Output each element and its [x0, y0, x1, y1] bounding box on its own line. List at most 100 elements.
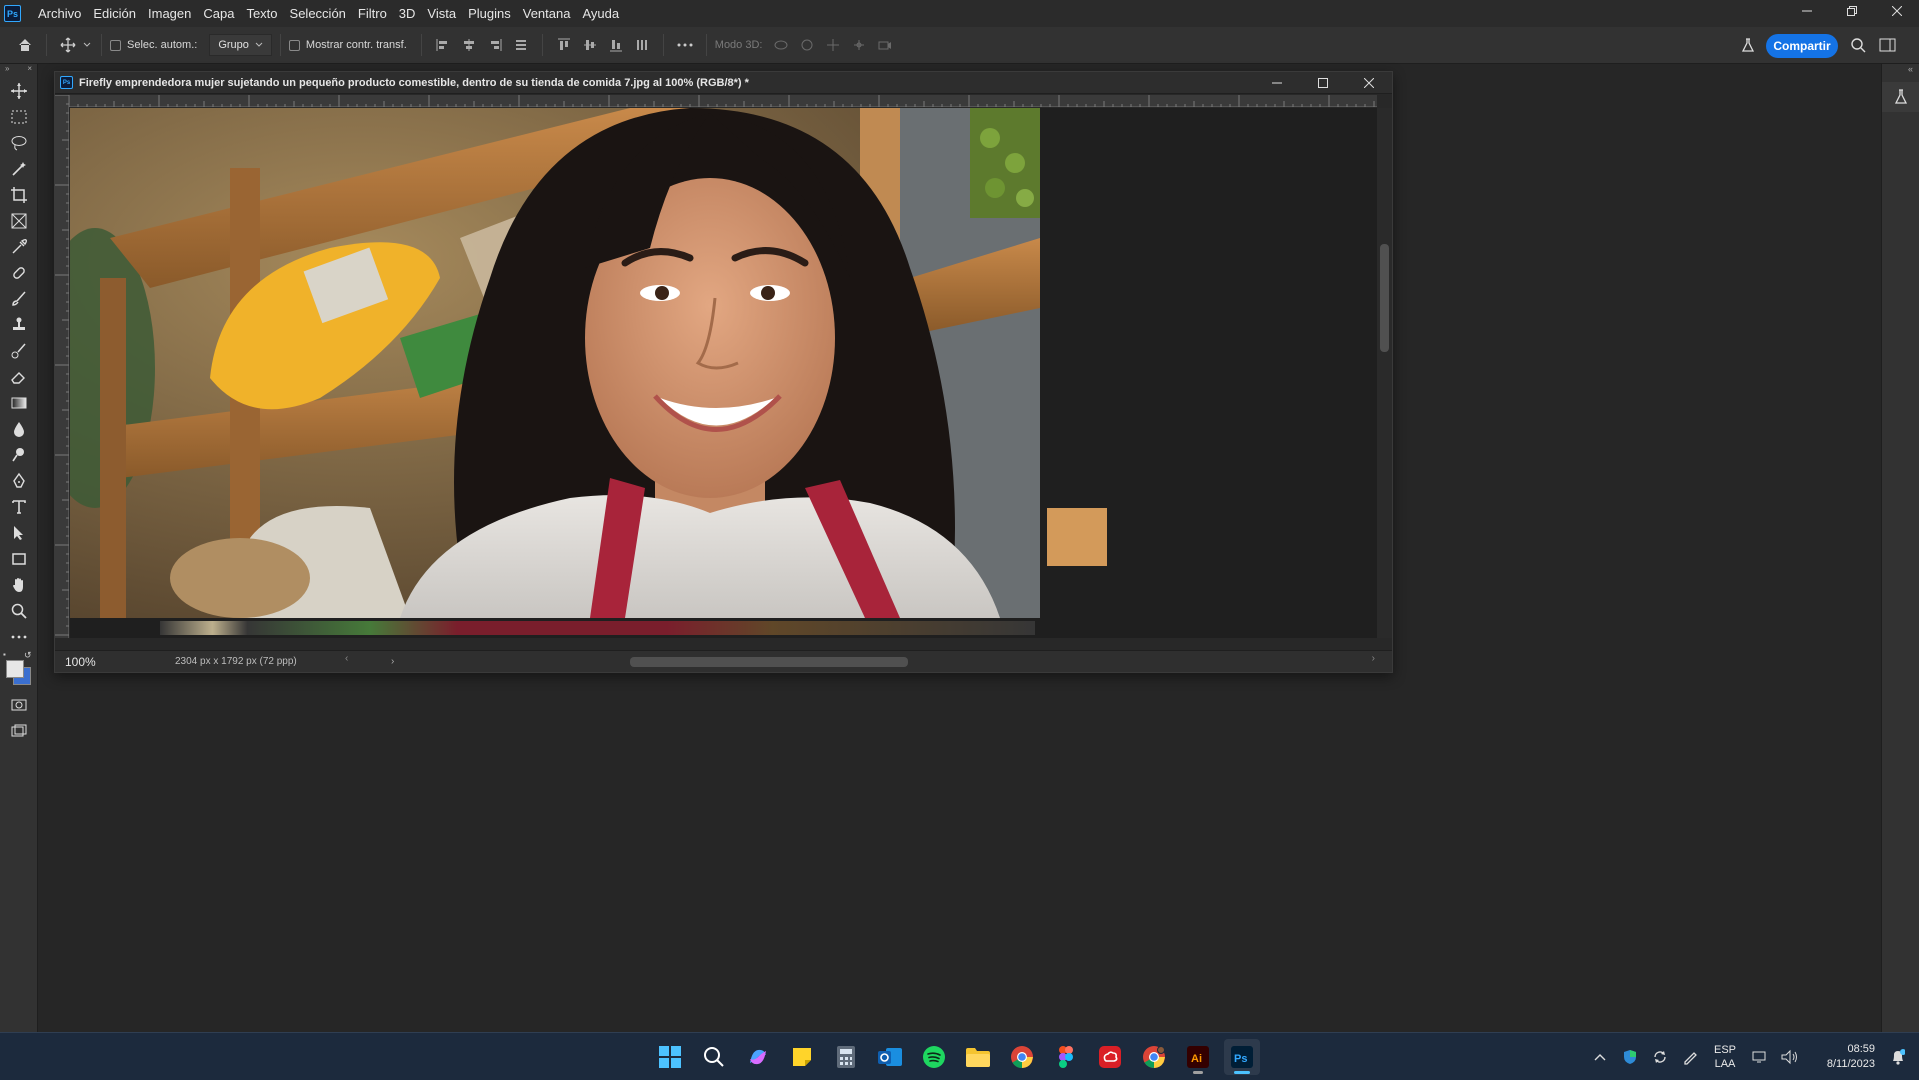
outlook-icon[interactable] — [872, 1039, 908, 1075]
flask-panel-icon[interactable] — [1882, 82, 1919, 112]
network-icon[interactable] — [1745, 1042, 1775, 1072]
vertical-scroll-thumb[interactable] — [1380, 244, 1389, 352]
illustrator-icon[interactable]: Ai — [1180, 1039, 1216, 1075]
dodge-tool[interactable] — [0, 442, 38, 468]
brush-tool[interactable] — [0, 286, 38, 312]
minimize-icon[interactable] — [1784, 0, 1829, 22]
more-tools-icon[interactable] — [0, 624, 38, 650]
frame-tool[interactable] — [0, 208, 38, 234]
scroll-left-icon[interactable]: ‹ — [345, 653, 348, 664]
horizontal-scroll-thumb[interactable] — [630, 657, 908, 667]
align-top-icon[interactable] — [551, 32, 577, 58]
distribute-vertical-icon[interactable] — [629, 32, 655, 58]
path-selection-tool[interactable] — [0, 520, 38, 546]
menu-capa[interactable]: Capa — [197, 0, 240, 27]
chevron-up-icon[interactable] — [1585, 1042, 1615, 1072]
menu-imagen[interactable]: Imagen — [142, 0, 197, 27]
maximize-icon[interactable] — [1300, 72, 1346, 94]
canvas-area[interactable] — [70, 108, 1377, 638]
home-icon[interactable] — [12, 32, 38, 58]
align-center-icon[interactable] — [456, 32, 482, 58]
blur-tool[interactable] — [0, 416, 38, 442]
swap-colors-icon[interactable]: ↺ — [24, 650, 32, 661]
menu-edicion[interactable]: Edición — [87, 0, 142, 27]
system-clock[interactable]: 08:59 8/11/2023 — [1805, 1042, 1875, 1072]
checkbox[interactable] — [110, 39, 121, 51]
document-photo[interactable] — [70, 108, 1040, 618]
calculator-icon[interactable] — [828, 1039, 864, 1075]
color-swatches[interactable]: ▪ ↺ — [0, 650, 38, 692]
show-transform-checkbox[interactable]: Mostrar contr. transf. — [288, 39, 407, 51]
eyedropper-tool[interactable] — [0, 234, 38, 260]
foreground-color-swatch[interactable] — [6, 660, 24, 678]
move-tool[interactable] — [0, 78, 38, 104]
menu-vista[interactable]: Vista — [421, 0, 462, 27]
gradient-tool[interactable] — [0, 390, 38, 416]
pen-tool[interactable] — [0, 468, 38, 494]
zoom-tool[interactable] — [0, 598, 38, 624]
close-panel-icon[interactable]: × — [27, 64, 32, 78]
document-titlebar[interactable]: Ps Firefly emprendedora mujer sujetando … — [55, 72, 1392, 94]
chrome-icon[interactable] — [1004, 1039, 1040, 1075]
file-explorer-icon[interactable] — [960, 1039, 996, 1075]
windows-start-icon[interactable] — [652, 1039, 688, 1075]
notification-bell-icon[interactable] — [1883, 1042, 1913, 1072]
align-middle-icon[interactable] — [577, 32, 603, 58]
figma-icon[interactable] — [1048, 1039, 1084, 1075]
expand-icon[interactable]: » — [5, 64, 9, 78]
screen-mode-icon[interactable] — [0, 718, 38, 744]
rectangle-tool[interactable] — [0, 546, 38, 572]
move-tool-icon[interactable] — [55, 32, 81, 58]
crop-tool[interactable] — [0, 182, 38, 208]
input-language-indicator[interactable]: ESP LAA — [1705, 1043, 1745, 1071]
quick-mask-icon[interactable] — [0, 692, 38, 718]
type-tool[interactable] — [0, 494, 38, 520]
volume-icon[interactable] — [1775, 1042, 1805, 1072]
menu-archivo[interactable]: Archivo — [32, 0, 87, 27]
workspace-icon[interactable] — [1875, 32, 1901, 58]
close-icon[interactable] — [1874, 0, 1919, 22]
share-button[interactable]: Compartir — [1766, 34, 1838, 58]
menu-ventana[interactable]: Ventana — [517, 0, 577, 27]
restore-icon[interactable] — [1829, 0, 1874, 22]
menu-ayuda[interactable]: Ayuda — [576, 0, 625, 27]
spotify-icon[interactable] — [916, 1039, 952, 1075]
marquee-tool[interactable] — [0, 104, 38, 130]
vertical-scrollbar[interactable] — [1377, 108, 1392, 638]
pen-icon[interactable] — [1675, 1042, 1705, 1072]
align-right-icon[interactable] — [482, 32, 508, 58]
lasso-tool[interactable] — [0, 130, 38, 156]
clone-stamp-tool[interactable] — [0, 312, 38, 338]
defender-icon[interactable] — [1615, 1042, 1645, 1072]
align-left-icon[interactable] — [430, 32, 456, 58]
sticky-notes-icon[interactable] — [784, 1039, 820, 1075]
magic-wand-tool[interactable] — [0, 156, 38, 182]
search-icon[interactable] — [696, 1039, 732, 1075]
checkbox[interactable] — [288, 39, 300, 51]
search-icon[interactable] — [1845, 32, 1871, 58]
menu-texto[interactable]: Texto — [240, 0, 283, 27]
close-icon[interactable] — [1346, 72, 1392, 94]
menu-filtro[interactable]: Filtro — [352, 0, 393, 27]
distribute-icon[interactable] — [508, 32, 534, 58]
sync-icon[interactable] — [1645, 1042, 1675, 1072]
chrome-profile-icon[interactable] — [1136, 1039, 1172, 1075]
hand-tool[interactable] — [0, 572, 38, 598]
default-colors-icon[interactable]: ▪ — [3, 650, 6, 659]
zoom-level[interactable]: 100% — [65, 655, 155, 669]
copilot-icon[interactable] — [740, 1039, 776, 1075]
eraser-tool[interactable] — [0, 364, 38, 390]
more-options-icon[interactable] — [672, 32, 698, 58]
menu-3d[interactable]: 3D — [393, 0, 422, 27]
history-brush-tool[interactable] — [0, 338, 38, 364]
scroll-right-icon[interactable]: › — [1372, 653, 1375, 664]
photoshop-icon[interactable]: Ps — [1224, 1039, 1260, 1075]
horizontal-scrollbar[interactable]: ‹ › — [345, 653, 1375, 668]
align-bottom-icon[interactable] — [603, 32, 629, 58]
healing-brush-tool[interactable] — [0, 260, 38, 286]
flask-icon[interactable] — [1735, 32, 1761, 58]
group-select[interactable]: Grupo — [209, 34, 272, 56]
menu-plugins[interactable]: Plugins — [462, 0, 517, 27]
chevron-down-icon[interactable] — [81, 32, 93, 58]
auto-select-checkbox[interactable]: Selec. autom.: — [110, 39, 197, 51]
